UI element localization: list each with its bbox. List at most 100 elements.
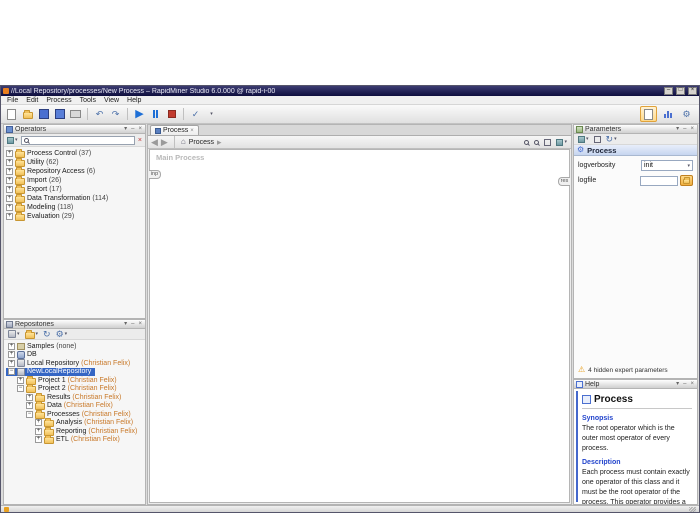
expand-icon[interactable]: + bbox=[6, 195, 13, 202]
help-panel-header[interactable]: Help ▾ – × bbox=[574, 380, 697, 389]
run-button[interactable]: ▶ bbox=[132, 107, 147, 122]
operator-search-input[interactable] bbox=[30, 136, 132, 144]
panel-close-icon[interactable]: × bbox=[689, 381, 695, 388]
operator-group-row[interactable]: + Process Control (37) bbox=[6, 149, 95, 158]
parameter-info-button[interactable] bbox=[593, 134, 602, 145]
open-process-button[interactable] bbox=[20, 107, 35, 122]
tab-close-icon[interactable]: × bbox=[190, 128, 194, 134]
settings-perspective-button[interactable]: ⚙ bbox=[678, 106, 695, 122]
expand-icon[interactable]: + bbox=[17, 376, 24, 384]
resize-grip-icon[interactable] bbox=[689, 506, 696, 512]
operator-group-row[interactable]: + Evaluation (29) bbox=[6, 212, 78, 221]
new-process-button[interactable] bbox=[4, 107, 19, 122]
pause-button[interactable] bbox=[148, 107, 163, 122]
repository-row-selected[interactable]: − NewLocalRepository bbox=[6, 367, 96, 376]
expand-icon[interactable]: + bbox=[26, 393, 33, 401]
expand-icon[interactable]: + bbox=[6, 213, 13, 220]
zoom-fit-button[interactable] bbox=[543, 137, 552, 148]
menu-edit[interactable]: Edit bbox=[22, 97, 42, 104]
stop-button[interactable] bbox=[164, 107, 179, 122]
choose-file-button[interactable] bbox=[680, 175, 693, 186]
repository-row[interactable]: + Reporting (Christian Felix) bbox=[6, 426, 141, 436]
results-perspective-button[interactable] bbox=[659, 106, 676, 122]
breadcrumb[interactable]: Process bbox=[189, 139, 214, 146]
operators-filter-button[interactable]: ▾ bbox=[6, 135, 19, 146]
repository-row[interactable]: + Samples (none) bbox=[6, 342, 80, 351]
panel-close-icon[interactable]: × bbox=[137, 126, 143, 133]
logverbosity-select[interactable]: init ▾ bbox=[641, 160, 693, 171]
output-port[interactable]: res bbox=[558, 177, 570, 186]
process-canvas[interactable]: Main Process inp res bbox=[149, 149, 570, 503]
new-folder-button[interactable]: ▾ bbox=[24, 329, 40, 340]
expand-icon[interactable]: + bbox=[6, 159, 13, 166]
add-repository-button[interactable]: ▾ bbox=[7, 329, 21, 340]
panel-close-icon[interactable]: × bbox=[689, 126, 695, 133]
repository-row[interactable]: + Project 1 (Christian Felix) bbox=[6, 375, 121, 385]
menu-tools[interactable]: Tools bbox=[76, 97, 100, 104]
repository-row[interactable]: − Processes (Christian Felix) bbox=[6, 409, 135, 419]
process-tab[interactable]: Process × bbox=[150, 125, 199, 135]
operator-group-row[interactable]: + Import (26) bbox=[6, 176, 65, 185]
save-process-button[interactable] bbox=[36, 107, 51, 122]
expand-icon[interactable]: + bbox=[26, 402, 33, 410]
clear-search-button[interactable]: × bbox=[137, 135, 143, 146]
logfile-input[interactable] bbox=[640, 175, 678, 186]
repository-row[interactable]: + DB bbox=[6, 350, 41, 360]
menu-process[interactable]: Process bbox=[42, 97, 75, 104]
expand-icon[interactable]: + bbox=[6, 168, 13, 175]
repository-row[interactable]: + Local Repository (Christian Felix) bbox=[6, 359, 134, 368]
repository-row[interactable]: + Results (Christian Felix) bbox=[6, 392, 125, 402]
auto-arrange-button[interactable]: ▾ bbox=[555, 137, 568, 148]
back-button[interactable]: ◀ bbox=[151, 137, 158, 147]
expand-icon[interactable]: + bbox=[6, 177, 13, 184]
panel-minimize-icon[interactable]: – bbox=[682, 381, 687, 388]
panel-minimize-icon[interactable]: – bbox=[130, 321, 135, 328]
operator-group-row[interactable]: + Modeling (118) bbox=[6, 203, 77, 212]
panel-close-icon[interactable]: × bbox=[137, 321, 143, 328]
validate-process-button[interactable]: ✓ bbox=[188, 107, 203, 122]
design-perspective-button[interactable] bbox=[640, 106, 657, 122]
expert-mode-button[interactable]: ▾ bbox=[577, 134, 590, 145]
home-icon[interactable]: ⌂ bbox=[181, 138, 186, 146]
zoom-out-button[interactable] bbox=[523, 137, 530, 148]
expand-icon[interactable]: + bbox=[8, 342, 15, 350]
forward-button[interactable]: ▶ bbox=[161, 137, 168, 147]
panel-menu-icon[interactable]: ▾ bbox=[123, 321, 128, 328]
expand-icon[interactable]: + bbox=[8, 351, 15, 359]
zoom-in-button[interactable] bbox=[533, 137, 540, 148]
operator-group-row[interactable]: + Export (17) bbox=[6, 185, 66, 194]
undo-button[interactable]: ↶ bbox=[92, 107, 107, 122]
expand-icon[interactable]: + bbox=[6, 204, 13, 211]
expand-icon[interactable]: + bbox=[35, 419, 42, 427]
collapse-icon[interactable]: − bbox=[8, 368, 15, 376]
panel-minimize-icon[interactable]: – bbox=[682, 126, 687, 133]
operator-group-row[interactable]: + Utility (62) bbox=[6, 158, 63, 167]
collapse-icon[interactable]: − bbox=[26, 410, 33, 418]
redo-button[interactable]: ↷ bbox=[108, 107, 123, 122]
operator-group-row[interactable]: + Data Transformation (114) bbox=[6, 194, 112, 203]
expand-icon[interactable]: + bbox=[8, 359, 15, 367]
collapse-icon[interactable]: − bbox=[17, 385, 24, 393]
input-port[interactable]: inp bbox=[149, 170, 161, 179]
toolbar-more-button[interactable]: ▾ bbox=[204, 107, 219, 122]
configure-repository-button[interactable]: ⚙ ▾ bbox=[55, 329, 69, 340]
repository-row[interactable]: + Analysis (Christian Felix) bbox=[6, 418, 137, 428]
operators-panel-header[interactable]: Operators ▾ – × bbox=[4, 125, 145, 134]
menu-help[interactable]: Help bbox=[123, 97, 145, 104]
maximize-button[interactable]: □ bbox=[676, 87, 685, 95]
panel-menu-icon[interactable]: ▾ bbox=[123, 126, 128, 133]
expand-icon[interactable]: + bbox=[6, 186, 13, 193]
panel-minimize-icon[interactable]: – bbox=[130, 126, 135, 133]
refresh-repository-button[interactable]: ↻ bbox=[42, 329, 52, 340]
repository-row[interactable]: + ETL (Christian Felix) bbox=[6, 435, 124, 444]
expand-icon[interactable]: + bbox=[6, 150, 13, 157]
expand-icon[interactable]: + bbox=[35, 436, 42, 444]
parameter-refresh-button[interactable]: ↻ ▾ bbox=[605, 134, 618, 145]
repository-row[interactable]: − Project 2 (Christian Felix) bbox=[6, 384, 121, 394]
expand-icon[interactable]: + bbox=[35, 427, 42, 435]
operator-group-row[interactable]: + Repository Access (6) bbox=[6, 167, 99, 176]
print-button[interactable] bbox=[68, 107, 83, 122]
panel-menu-icon[interactable]: ▾ bbox=[675, 126, 680, 133]
save-as-button[interactable] bbox=[52, 107, 67, 122]
minimize-button[interactable]: – bbox=[664, 87, 673, 95]
